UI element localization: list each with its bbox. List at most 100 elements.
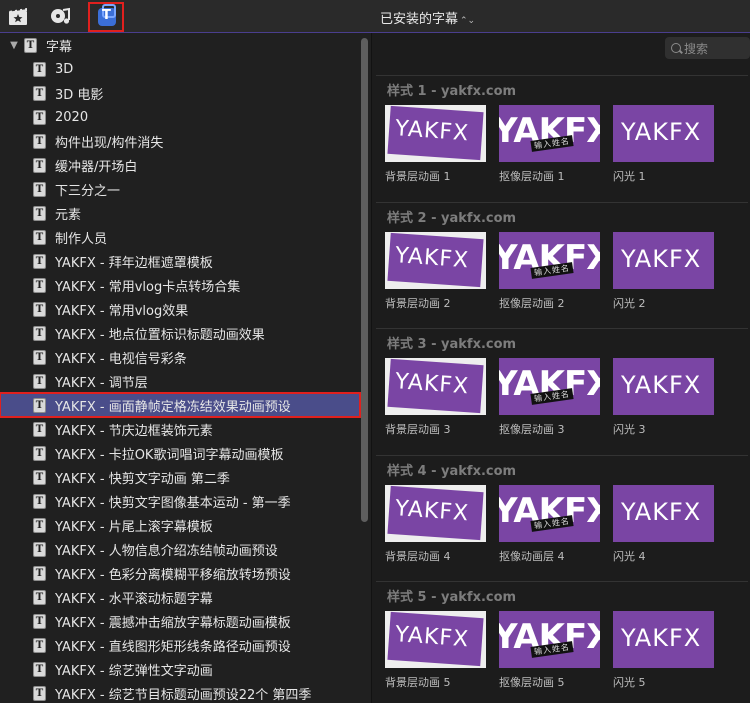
tree-item-label: YAKFX - 震撼冲击缩放字幕标题动画模板 [55,615,291,631]
title-icon: T [33,157,46,173]
tree-item[interactable]: T YAKFX - 综艺弹性文字动画 [0,657,360,681]
tree-item-label: YAKFX - 拜年边框遮罩模板 [55,255,213,271]
tree-item-label: YAKFX - 常用vlog卡点转场合集 [55,279,241,295]
tree-item[interactable]: T YAKFX - 拜年边框遮罩模板 [0,249,360,273]
thumbnail-text: YAKFX [394,622,470,653]
tree-root-titles[interactable]: ▼ T 字幕 [0,33,360,57]
tree-item[interactable]: T 3D 电影 [0,81,360,105]
tree-item[interactable]: T 下三分之一 [0,177,360,201]
title-thumbnail[interactable]: YAKFX 输入姓名 [499,105,600,162]
title-icon: T [33,373,46,389]
tree-item[interactable]: T YAKFX - 节庆边框装饰元素 [0,417,360,441]
title-thumbnail[interactable]: YAKFX 输入姓名 [499,484,600,542]
tree-item[interactable]: T YAKFX - 常用vlog效果 [0,297,360,321]
title-icon: T [33,661,46,677]
group-separator [376,328,748,329]
title-thumbnail[interactable]: YAKFX 输入姓名 [499,358,600,415]
tree-item-label: 构件出现/构件消失 [55,135,164,151]
title-thumbnail[interactable]: YAKFX [385,105,486,162]
tree-item-label: YAKFX - 常用vlog效果 [55,303,189,319]
tree-item[interactable]: T YAKFX - 震撼冲击缩放字幕标题动画模板 [0,609,360,633]
titles-browser: 搜索 样式 1 - yakfx.com YAKFX 背景层动画 1 YAKFX 输入姓名… [372,33,750,703]
title-icon: T [33,589,46,605]
title-icon: T [33,85,46,101]
tree-item-label: YAKFX - 地点位置标识标题动画效果 [55,327,265,343]
tree-item[interactable]: T 元素 [0,201,360,225]
title-icon: T [33,109,46,125]
tree-item[interactable]: T YAKFX - 快剪文字图像基本运动 - 第一季 [0,489,360,513]
title-thumbnail[interactable]: YAKFX [385,358,486,415]
thumbnail-text: YAKFX [621,497,702,526]
thumbnail-caption: 闪光 2 [613,296,646,310]
tree-item[interactable]: T YAKFX - 色彩分离模糊平移缩放转场预设 [0,561,360,585]
title-icon: T [33,469,46,485]
thumbnail-caption: 背景层动画 3 [385,423,451,436]
disclosure-triangle-icon[interactable]: ▼ [4,40,24,51]
titles-category-tree: ▼ T 字幕 T 3D T 3D 电影 T 2020 T 构件出现/构件消失 T 缓冲器/开场白 T… [0,33,371,703]
tree-item[interactable]: T YAKFX - 水平滚动标题字幕 [0,585,360,609]
title-icon: T [33,205,46,221]
tree-item-label: YAKFX - 调节层 [55,375,148,391]
titles-generators-icon[interactable] [88,2,124,32]
thumbnail-text: YAKFX [621,624,702,652]
tree-item-label: 元素 [55,207,82,223]
title-icon: T [33,181,46,197]
tree-item-label: YAKFX - 综艺节目标题动画预设22个 第四季 [55,687,312,703]
group-title: 样式 2 - yakfx.com [387,210,517,226]
title-thumbnail[interactable]: YAKFX [613,231,714,289]
title-thumbnail[interactable]: YAKFX [385,484,486,542]
tree-item[interactable]: T YAKFX - 调节层 [0,369,360,393]
thumbnail-caption: 背景层动画 2 [385,296,451,310]
title-thumbnail[interactable]: YAKFX [613,611,714,668]
browser-title[interactable]: 已安装的字幕 ⌃⌄ [380,8,475,27]
tree-item[interactable]: T YAKFX - 快剪文字动画 第二季 [0,465,360,489]
title-thumbnail[interactable]: YAKFX [385,611,486,668]
title-icon: T [33,301,46,317]
tree-item[interactable]: T YAKFX - 地点位置标识标题动画效果 [0,321,360,345]
title-thumbnail[interactable]: YAKFX 输入姓名 [499,231,600,289]
group-separator [376,454,748,456]
thumbnail-text: YAKFX [394,242,470,273]
search-bar: 搜索 [372,33,750,66]
tree-item[interactable]: T YAKFX - 直线图形矩形线条路径动画预设 [0,633,360,657]
thumbnail-text: YAKFX [394,116,470,147]
tree-scrollbar[interactable] [361,38,368,522]
music-note-icon[interactable] [50,5,72,27]
tree-item[interactable]: T YAKFX - 电视信号彩条 [0,345,360,369]
thumbnail-caption: 背景层动画 5 [385,676,451,689]
tree-item[interactable]: T YAKFX - 人物信息介绍冻结帧动画预设 [0,537,360,561]
tree-item[interactable]: T 制作人员 [0,225,360,249]
thumbnail-text: YAKFX [621,244,702,273]
thumbnail-card: YAKFX [387,485,484,540]
tree-item[interactable]: T YAKFX - 卡拉OK歌词唱词字幕动画模板 [0,441,360,465]
search-input[interactable]: 搜索 [665,37,750,59]
tree-item-label: YAKFX - 直线图形矩形线条路径动画预设 [55,639,291,655]
tree-item[interactable]: T 构件出现/构件消失 [0,129,360,153]
title-thumbnail[interactable]: YAKFX 输入姓名 [499,611,600,668]
search-icon [671,43,681,53]
tree-item[interactable]: T 缓冲器/开场白 [0,153,360,177]
tree-item[interactable]: T YAKFX - 画面静帧定格冻结效果动画预设 [0,392,361,418]
tree-item[interactable]: T YAKFX - 常用vlog卡点转场合集 [0,273,360,297]
tree-item[interactable]: T 2020 [0,105,360,129]
tree-item[interactable]: T YAKFX - 综艺节目标题动画预设22个 第四季 [0,681,360,703]
group-title: 样式 1 - yakfx.com [387,84,517,99]
title-thumbnail[interactable]: YAKFX [613,105,714,162]
title-icon: T [33,493,46,509]
tree-item[interactable]: T 3D [0,57,360,81]
tree-item-label: 3D 电影 [55,87,104,103]
group-separator [376,581,748,582]
title-thumbnail[interactable]: YAKFX [385,231,486,289]
clapper-star-icon[interactable] [7,5,29,27]
tree-item-label: 3D [55,61,74,77]
title-thumbnail[interactable]: YAKFX [613,484,714,542]
tree-item-label: YAKFX - 卡拉OK歌词唱词字幕动画模板 [55,447,284,463]
tree-item[interactable]: T YAKFX - 片尾上滚字幕模板 [0,513,360,537]
title-icon: T [33,397,46,413]
tree-item-label: YAKFX - 快剪文字动画 第二季 [55,471,230,487]
title-thumbnail[interactable]: YAKFX [613,358,714,415]
thumbnail-caption: 闪光 3 [613,423,646,436]
thumbnail-card: YAKFX [387,232,484,287]
title-icon: T [33,613,46,629]
thumbnail-caption: 抠像层动画 2 [499,296,565,310]
